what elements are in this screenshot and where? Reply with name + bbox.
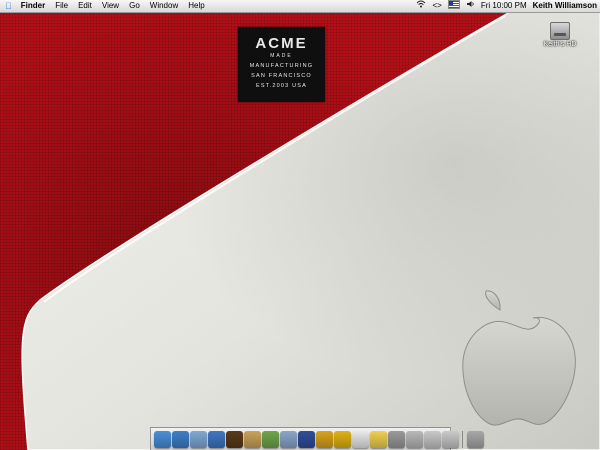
desktop: ACME MADE MANUFACTURING SAN FRANCISCO ES… (0, 0, 600, 450)
ical-icon[interactable] (351, 430, 369, 448)
acme-line-3: EST.2003 USA (255, 83, 308, 89)
menu-finder[interactable]: Finder (16, 0, 50, 12)
desktop-icon-hd[interactable]: Keith's HD (540, 22, 580, 48)
acme-sub: MADE (270, 53, 293, 59)
sherlock-icon[interactable] (225, 430, 243, 448)
system-preferences-icon[interactable] (387, 430, 405, 448)
acme-line-1: MANUFACTURING (249, 63, 314, 69)
sunflower-icon[interactable] (333, 430, 351, 448)
ichat-icon[interactable] (207, 430, 225, 448)
sync-icon[interactable]: <> (429, 0, 444, 12)
sync-icon[interactable] (405, 430, 423, 448)
menu-bar:  Finder File Edit View Go Window Help <… (0, 0, 600, 13)
menu-file[interactable]: File (50, 0, 73, 12)
acme-label: ACME MADE MANUFACTURING SAN FRANCISCO ES… (238, 27, 325, 102)
itunes-icon[interactable] (261, 430, 279, 448)
clock[interactable]: Fri 10:00 PM (478, 0, 530, 12)
hard-drive-icon (550, 22, 570, 40)
menu-edit[interactable]: Edit (73, 0, 97, 12)
idvd-icon[interactable] (315, 430, 333, 448)
dock (150, 427, 484, 450)
apple-icon[interactable]:  (0, 0, 16, 12)
menu-view[interactable]: View (97, 0, 124, 12)
iphoto-icon[interactable] (279, 430, 297, 448)
documents-icon[interactable] (423, 430, 441, 448)
user-menu[interactable]: Keith Williamson (530, 0, 600, 12)
stickies-icon[interactable] (369, 430, 387, 448)
imovie-icon[interactable] (297, 430, 315, 448)
menu-help[interactable]: Help (183, 0, 209, 12)
desktop-icon-label: Keith's HD (543, 41, 577, 48)
finder-icon[interactable] (153, 430, 171, 448)
downloads-icon[interactable] (441, 430, 459, 448)
address-book-icon[interactable] (243, 430, 261, 448)
safari-icon[interactable] (171, 430, 189, 448)
us-flag-icon[interactable] (445, 0, 463, 13)
acme-brand: ACME (255, 35, 308, 52)
trash-icon[interactable] (466, 430, 484, 448)
menu-window[interactable]: Window (145, 0, 183, 12)
mail-icon[interactable] (189, 430, 207, 448)
volume-icon[interactable] (463, 0, 478, 12)
acme-line-2: SAN FRANCISCO (251, 73, 312, 79)
menu-go[interactable]: Go (124, 0, 145, 12)
wifi-icon[interactable] (413, 0, 429, 12)
dock-separator (462, 430, 463, 448)
